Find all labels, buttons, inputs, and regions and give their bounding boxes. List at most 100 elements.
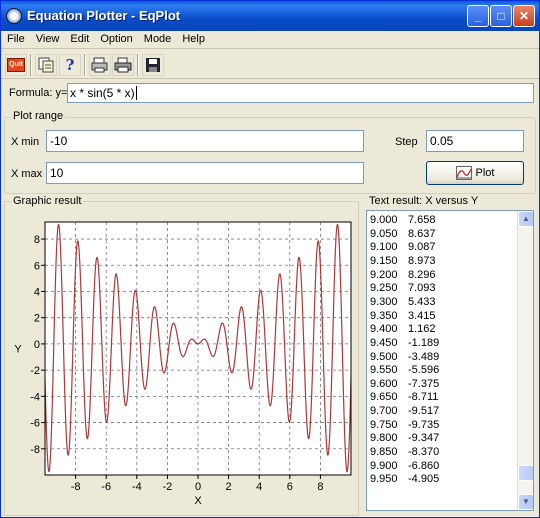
row-x-value: 9.800: [370, 432, 398, 445]
list-item[interactable]: 9.950 -4.905: [370, 473, 439, 486]
row-y-value: 8.637: [408, 227, 436, 240]
graphic-result-group: Graphic result -8 -6 -4 -2 0 2 4 6 8 -8 -6 -4 -2 0 2 4 6…: [4, 195, 359, 516]
row-y-value: -9.735: [408, 418, 440, 431]
list-item[interactable]: 9.900 -6.860: [370, 460, 439, 473]
x-tick-label: -6: [101, 481, 111, 493]
main-window: Equation Plotter - EqPlot _ □ ✕ File View…: [0, 0, 540, 518]
x-tick-label: 0: [195, 481, 201, 493]
list-item[interactable]: 9.000 7.658: [370, 214, 436, 227]
step-input[interactable]: 0.05: [426, 130, 524, 152]
list-item[interactable]: 9.600 -7.375: [370, 378, 439, 391]
menu-option[interactable]: Option: [94, 31, 137, 45]
menu-view[interactable]: View: [30, 31, 65, 45]
function-plot[interactable]: -8 -6 -4 -2 0 2 4 6 8 -8 -6 -4 -2 0 2 4 6 8 X Y: [5, 202, 358, 515]
text-result-title: Text result: X versus Y: [367, 195, 481, 207]
x-tick-label: -2: [163, 481, 173, 493]
row-x-value: 9.650: [370, 391, 398, 404]
plot-button[interactable]: Plot: [426, 161, 524, 185]
list-item[interactable]: 9.700 -9.517: [370, 405, 439, 418]
help-icon: ?: [65, 56, 75, 74]
row-x-value: 9.150: [370, 254, 398, 267]
x-tick-label: 6: [287, 481, 293, 493]
text-cursor: [135, 86, 137, 100]
formula-label: Formula: y=: [9, 87, 68, 99]
toolbar-separator: [137, 54, 139, 76]
plot-range-group: Plot range X min -10 X max 10 Step 0.05 …: [4, 110, 536, 194]
menu-mode[interactable]: Mode: [138, 31, 177, 45]
row-y-value: -9.517: [408, 405, 440, 418]
vertical-scrollbar[interactable]: ▲ ▼: [517, 211, 533, 510]
formula-input[interactable]: x * sin(5 * x): [67, 83, 534, 103]
list-item[interactable]: 9.450 -1.189: [370, 337, 439, 350]
list-item[interactable]: 9.400 1.162: [370, 323, 436, 336]
list-item[interactable]: 9.850 -8.370: [370, 446, 439, 459]
minimize-icon: _: [474, 9, 482, 23]
x-tick-label: 8: [317, 481, 323, 493]
xmin-label: X min: [11, 136, 40, 148]
menu-help[interactable]: Help: [176, 31, 210, 45]
quit-button[interactable]: Quit: [5, 54, 27, 76]
scroll-down-button[interactable]: ▼: [518, 494, 533, 510]
list-item[interactable]: 9.100 9.087: [370, 241, 436, 254]
save-button[interactable]: [142, 54, 164, 76]
row-y-value: 8.973: [408, 254, 436, 267]
chevron-up-icon: ▲: [522, 214, 530, 223]
scroll-thumb[interactable]: [518, 465, 533, 481]
print-preview-button[interactable]: [89, 54, 111, 76]
plot-button-label: Plot: [475, 167, 495, 179]
close-icon: ✕: [518, 9, 530, 23]
xmin-input[interactable]: -10: [46, 130, 364, 152]
menu-edit[interactable]: Edit: [64, 31, 94, 45]
row-x-value: 9.950: [370, 473, 398, 486]
list-item[interactable]: 9.250 7.093: [370, 282, 436, 295]
copy-button[interactable]: [35, 54, 57, 76]
minimize-button[interactable]: _: [467, 5, 489, 27]
quit-icon: Quit: [7, 58, 25, 72]
title-bar[interactable]: Equation Plotter - EqPlot _ □ ✕: [1, 1, 539, 31]
xmax-input[interactable]: 10: [46, 162, 364, 184]
row-x-value: 9.850: [370, 446, 398, 459]
row-x-value: 9.600: [370, 377, 398, 390]
row-y-value: -3.489: [408, 350, 440, 363]
chevron-down-icon: ▼: [522, 497, 530, 506]
list-item[interactable]: 9.550 -5.596: [370, 364, 439, 377]
row-y-value: -6.860: [408, 459, 440, 472]
row-y-value: -5.596: [408, 364, 440, 377]
row-x-value: 9.750: [370, 418, 398, 431]
list-item[interactable]: 9.150 8.973: [370, 255, 436, 268]
print-button[interactable]: [112, 54, 134, 76]
row-x-value: 9.400: [370, 323, 398, 336]
menu-file[interactable]: File: [1, 31, 30, 45]
row-y-value: 1.162: [408, 323, 436, 336]
text-result-list[interactable]: 9.000 7.658 9.050 8.637 9.100 9.087 9.150 8.973…: [366, 210, 534, 511]
list-item[interactable]: 9.750 -9.735: [370, 419, 439, 432]
row-x-value: 9.700: [370, 405, 398, 418]
close-button[interactable]: ✕: [513, 5, 535, 27]
app-icon[interactable]: [6, 8, 22, 24]
list-item[interactable]: 9.350 3.415: [370, 310, 436, 323]
graphic-result-title: Graphic result: [11, 195, 84, 207]
scroll-up-button[interactable]: ▲: [518, 211, 533, 227]
y-tick-label: -4: [30, 391, 40, 403]
list-item[interactable]: 9.650 -8.711: [370, 391, 438, 404]
row-y-value: -7.375: [408, 377, 440, 390]
row-x-value: 9.200: [370, 268, 398, 281]
y-tick-label: -2: [30, 365, 40, 377]
row-x-value: 9.900: [370, 459, 398, 472]
x-tick-label: 4: [256, 481, 262, 493]
row-y-value: -4.905: [408, 473, 440, 486]
toolbar: Quit ?: [1, 51, 539, 79]
help-button[interactable]: ?: [59, 54, 81, 76]
y-tick-label: 8: [34, 234, 40, 246]
row-x-value: 9.000: [370, 214, 398, 226]
row-x-value: 9.250: [370, 282, 398, 295]
row-y-value: -1.189: [408, 336, 440, 349]
list-item[interactable]: 9.050 8.637: [370, 228, 436, 241]
list-item[interactable]: 9.500 -3.489: [370, 351, 439, 364]
y-tick-label: 4: [34, 286, 40, 298]
list-item[interactable]: 9.200 8.296: [370, 269, 436, 282]
plot-icon: [455, 166, 472, 180]
list-item[interactable]: 9.300 5.433: [370, 296, 436, 309]
maximize-button[interactable]: □: [490, 5, 512, 27]
list-item[interactable]: 9.800 -9.347: [370, 432, 439, 445]
